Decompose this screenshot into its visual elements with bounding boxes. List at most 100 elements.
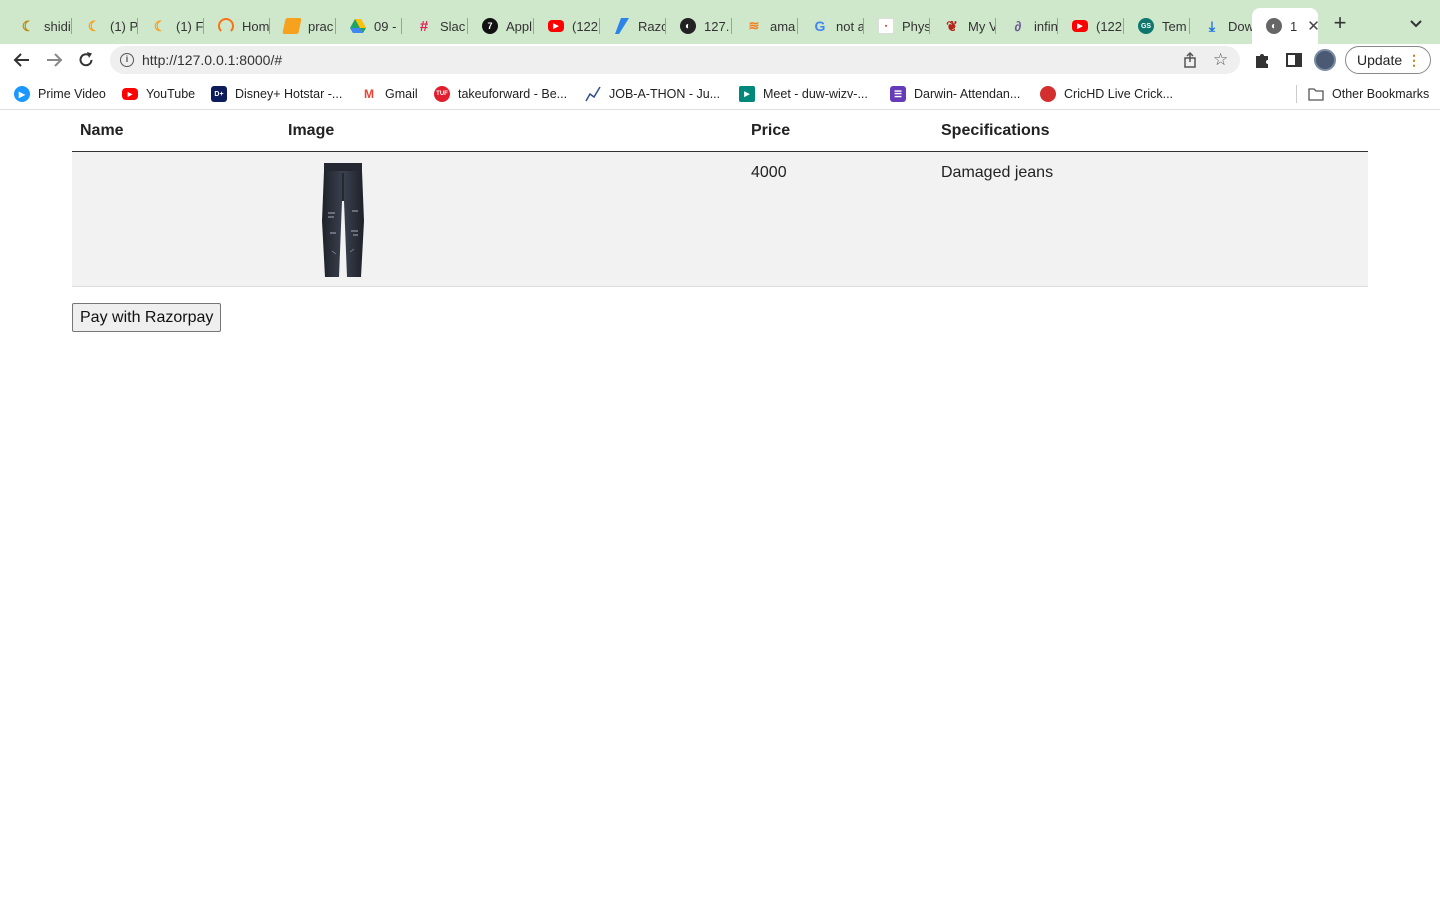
share-icon[interactable] [1182, 52, 1198, 68]
google-icon: G [814, 18, 826, 34]
browser-tab[interactable]: ☾ (1) F [138, 8, 204, 44]
browser-toolbar: i http://127.0.0.1:8000/# ☆ Update ⋮ [0, 44, 1440, 76]
new-tab-button[interactable]: + [1328, 12, 1352, 36]
address-bar[interactable]: i http://127.0.0.1:8000/# ☆ [110, 46, 1240, 74]
browser-tab[interactable]: Hom [204, 8, 270, 44]
bookmark-item[interactable]: M Gmail [361, 85, 418, 103]
stackoverflow-icon: ≋ [748, 18, 760, 33]
browser-tab[interactable]: ∂ infin [996, 8, 1058, 44]
bookmark-label: CricHD Live Crick... [1064, 87, 1174, 101]
browser-tab[interactable]: ▶ (122 [1058, 8, 1124, 44]
tab-title: shidi [44, 18, 71, 34]
bookmark-label: Meet - duw-wizv-... [763, 87, 868, 101]
browser-tab[interactable]: ☾ shidi [6, 8, 72, 44]
column-header-name: Name [72, 111, 280, 152]
column-header-specifications: Specifications [933, 111, 1368, 152]
forward-button[interactable] [42, 48, 66, 72]
browser-tab[interactable]: # Slac [402, 8, 468, 44]
bookmark-item[interactable]: JOB-A-THON - Ju... [585, 85, 720, 103]
column-header-image: Image [280, 111, 743, 152]
download-icon: ⤓ [1208, 17, 1216, 34]
tab-title: (1) F [176, 18, 204, 34]
bookmark-label: Gmail [385, 87, 418, 101]
cell-price: 4000 [743, 151, 933, 287]
document-icon: ▪ [878, 18, 894, 34]
youtube-icon: ▶ [122, 88, 138, 100]
browser-tab[interactable]: Razo [600, 8, 666, 44]
leetcode-icon: ☾ [153, 17, 167, 34]
browser-tab[interactable]: ◐ 127. [666, 8, 732, 44]
browser-tab[interactable]: prac [270, 8, 336, 44]
chevron-down-icon[interactable] [1406, 14, 1426, 34]
app-icon: 7 [482, 18, 498, 34]
back-button[interactable] [10, 48, 34, 72]
arrow-left-icon [13, 53, 29, 67]
browser-tab[interactable]: ❦ My V [930, 8, 996, 44]
bookmark-item[interactable]: ▶ Meet - duw-wizv-... [739, 85, 868, 103]
products-table: Name Image Price Specifications 4000 Dam… [72, 111, 1368, 287]
page-content: Name Image Price Specifications 4000 Dam… [0, 111, 1440, 900]
tab-title: 09 - [374, 18, 397, 34]
browser-tab[interactable]: ☾ (1) P [72, 8, 138, 44]
bookmark-item[interactable]: D+ Disney+ Hotstar -... [211, 85, 342, 103]
tab-title: not a [836, 18, 864, 34]
bookmark-label: Prime Video [38, 87, 106, 101]
bookmark-item[interactable]: TUF takeuforward - Be... [434, 85, 567, 103]
more-menu-icon[interactable]: ⋮ [1407, 47, 1421, 73]
google-drive-icon [350, 18, 366, 34]
gmail-icon: M [364, 87, 374, 101]
tab-title: (122 [572, 18, 599, 34]
tab-title: My V [968, 18, 996, 34]
other-bookmarks[interactable]: Other Bookmarks [1308, 85, 1429, 103]
extensions-puzzle-icon[interactable] [1252, 50, 1272, 70]
cricket-ball-icon [1040, 86, 1056, 102]
bookmark-label: Darwin- Attendan... [914, 87, 1021, 101]
emblem-icon: GS [1138, 18, 1154, 34]
bookmark-label: JOB-A-THON - Ju... [609, 87, 721, 101]
url-text[interactable]: http://127.0.0.1:8000/# [142, 52, 282, 68]
update-button[interactable]: Update ⋮ [1345, 46, 1431, 74]
coding-ninjas-icon [218, 18, 234, 34]
youtube-icon: ▶ [548, 20, 564, 32]
tab-title: 1 [1290, 18, 1298, 34]
browser-tab[interactable]: 7 Appl [468, 8, 534, 44]
browser-tab[interactable]: 09 - [336, 8, 402, 44]
close-tab-icon[interactable]: ✕ [1307, 17, 1318, 35]
tab-strip: ☾ shidi ☾ (1) P ☾ (1) F Hom prac 09 - # … [0, 0, 1440, 44]
pay-with-razorpay-button[interactable]: Pay with Razorpay [72, 303, 222, 332]
tab-title: Appl [506, 18, 533, 34]
bookmark-item[interactable]: ▶ YouTube [122, 85, 195, 103]
tab-title: Slac [440, 18, 466, 34]
tab-title: prac [308, 18, 334, 34]
reload-button[interactable] [74, 48, 98, 72]
browser-tab[interactable]: G not a [798, 8, 864, 44]
takeuforward-icon: TUF [434, 86, 450, 102]
bookmark-label: Disney+ Hotstar -... [235, 87, 343, 101]
update-label: Update [1357, 52, 1403, 68]
globe-icon: ◐ [680, 18, 696, 34]
browser-tab[interactable]: ⤓ Dow [1190, 8, 1252, 44]
browser-tab[interactable]: GS Tem [1124, 8, 1190, 44]
browser-tab[interactable]: ▪ Phys [864, 8, 930, 44]
bookmark-item[interactable]: ▶ Prime Video [14, 85, 106, 103]
reload-icon [79, 52, 93, 67]
hotstar-icon: D+ [211, 86, 227, 102]
razorpay-icon [614, 18, 630, 34]
bookmark-item[interactable]: ☰ Darwin- Attendan... [890, 85, 1020, 103]
cell-image [280, 151, 743, 287]
bookmark-star-icon[interactable]: ☆ [1213, 50, 1228, 70]
other-bookmarks-label: Other Bookmarks [1332, 87, 1430, 101]
profile-avatar[interactable] [1314, 49, 1336, 71]
notebook-icon [282, 18, 302, 34]
bookmark-item[interactable]: CricHD Live Crick... [1040, 85, 1173, 103]
browser-tab[interactable]: ≋ ama [732, 8, 798, 44]
browser-tab[interactable]: ▶ (122 [534, 8, 600, 44]
side-panel-icon[interactable] [1284, 50, 1304, 70]
site-info-icon[interactable]: i [120, 53, 134, 67]
browser-tab-active[interactable]: ◐ 1 ✕ [1252, 8, 1318, 44]
link-icon: ∂ [1014, 18, 1022, 34]
tab-title: ama [770, 18, 796, 34]
slack-icon: # [419, 17, 429, 35]
prime-video-icon: ▶ [14, 86, 30, 102]
youtube-icon: ▶ [1072, 20, 1088, 32]
